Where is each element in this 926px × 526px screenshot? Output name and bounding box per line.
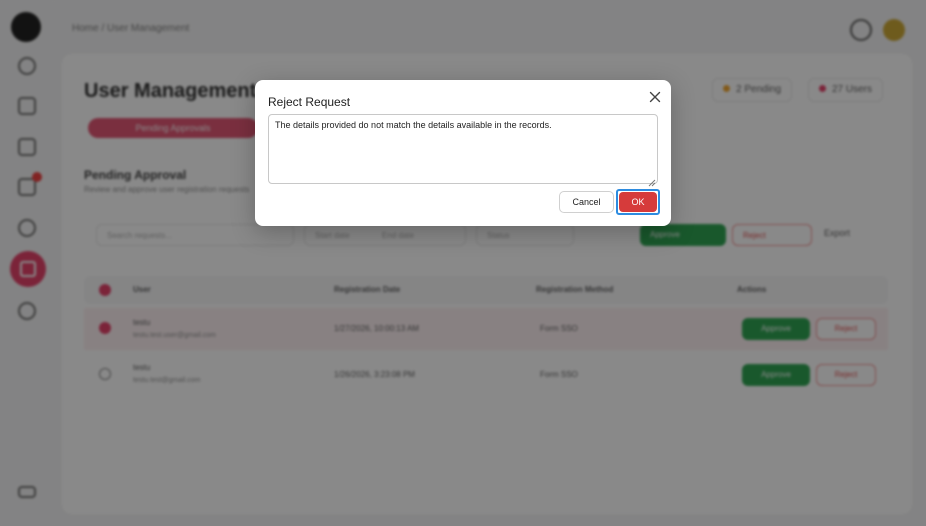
cancel-button[interactable]: Cancel [559,191,614,213]
reject-request-dialog: Reject Request The details provided do n… [255,80,671,226]
reject-reason-textarea[interactable]: The details provided do not match the de… [268,114,658,184]
dialog-title: Reject Request [268,95,351,109]
modal-backdrop[interactable] [0,0,926,526]
textarea-resize-handle[interactable] [648,174,656,187]
close-icon[interactable] [647,89,663,105]
ok-button[interactable]: OK [619,192,657,212]
